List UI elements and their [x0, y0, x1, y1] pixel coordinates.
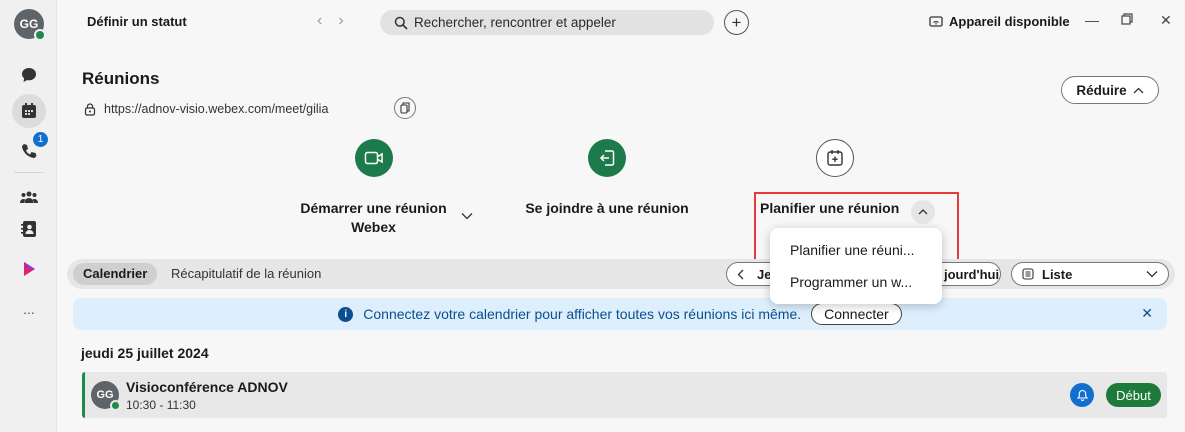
tab-calendar[interactable]: Calendrier	[73, 263, 158, 285]
meetings-icon[interactable]	[12, 94, 46, 128]
schedule-menu: Planifier une réuni... Programmer un w..…	[770, 228, 942, 304]
meetings-tab-bar: Calendrier Récapitulatif de la réunion J…	[67, 259, 1175, 289]
calendar-add-icon	[827, 150, 843, 166]
meeting-host-initials: GG	[96, 389, 114, 401]
video-camera-icon	[364, 151, 383, 165]
agenda-date-heading: jeudi 25 juillet 2024	[81, 345, 209, 361]
start-meeting-label: Démarrer une réunion Webex	[291, 199, 456, 237]
previous-day-button[interactable]	[726, 262, 754, 286]
notify-button[interactable]	[1070, 383, 1094, 407]
bell-icon	[1076, 389, 1088, 401]
meeting-time: 10:30 - 11:30	[126, 398, 196, 412]
close-window-icon[interactable]: ✕	[1160, 12, 1172, 29]
device-status-button[interactable]: Appareil disponible	[929, 14, 1070, 29]
presence-indicator	[34, 29, 46, 41]
view-selector[interactable]: Liste	[1011, 262, 1169, 286]
schedule-meeting-button[interactable]	[816, 139, 854, 177]
presence-indicator	[110, 400, 121, 411]
lock-icon	[84, 102, 96, 116]
calendar-connect-banner: i Connectez votre calendrier pour affich…	[73, 298, 1167, 330]
join-meeting-button[interactable]	[588, 139, 626, 177]
meeting-url-text: https://adnov-visio.webex.com/meet/gilia	[104, 102, 329, 116]
start-meeting-label-line1: Démarrer une réunion	[300, 200, 447, 216]
calls-badge: 1	[33, 132, 48, 147]
connect-button[interactable]: Connecter	[811, 303, 902, 325]
page-title: Réunions	[82, 69, 160, 88]
search-bar[interactable]: Rechercher, rencontrer et appeler	[380, 10, 714, 35]
meetings-panel: Réunions https://adnov-visio.webex.com/m…	[57, 44, 1185, 432]
app-hub-icon[interactable]	[14, 254, 44, 284]
chevron-left-icon	[737, 269, 743, 279]
messaging-icon[interactable]	[14, 60, 44, 90]
forward-arrow-icon[interactable]: ›	[338, 12, 343, 30]
start-meeting-button[interactable]	[354, 139, 393, 177]
search-icon	[394, 16, 408, 30]
today-button[interactable]: jourd'hui	[941, 262, 1001, 286]
search-placeholder: Rechercher, rencontrer et appeler	[414, 15, 616, 30]
user-avatar[interactable]: GG	[14, 9, 46, 41]
join-door-icon	[599, 150, 615, 166]
join-meeting-label: Se joindre à une réunion	[525, 200, 689, 216]
start-meeting-button[interactable]: Début	[1106, 383, 1161, 407]
personal-room-url: https://adnov-visio.webex.com/meet/gilia	[84, 102, 328, 116]
user-avatar-initials: GG	[19, 17, 39, 31]
join-meeting-action[interactable]: Se joindre à une réunion	[512, 139, 702, 218]
chevron-up-icon	[1133, 87, 1144, 93]
banner-text: Connectez votre calendrier pour afficher…	[363, 306, 802, 322]
back-arrow-icon[interactable]: ‹	[317, 12, 322, 30]
close-icon[interactable]: ✕	[1141, 305, 1153, 322]
rail-divider	[14, 172, 44, 173]
meeting-title: Visioconférence ADNOV	[126, 379, 288, 395]
copy-url-button[interactable]	[394, 97, 416, 119]
reduce-label: Réduire	[1076, 82, 1127, 98]
set-status-link[interactable]: Définir un statut	[87, 14, 187, 29]
calling-icon[interactable]: 1	[14, 132, 48, 166]
contacts-icon[interactable]	[14, 214, 44, 244]
left-rail: GG 1 ...	[0, 0, 57, 432]
tab-meeting-recap[interactable]: Récapitulatif de la réunion	[161, 263, 331, 285]
start-meeting-label-line2: Webex	[351, 219, 396, 235]
plus-icon: +	[731, 12, 742, 32]
more-options-icon[interactable]: ...	[14, 294, 44, 324]
minimize-icon[interactable]: —	[1085, 12, 1099, 28]
info-icon: i	[338, 306, 354, 322]
menu-item-schedule-webinar[interactable]: Programmer un w...	[770, 266, 942, 298]
start-meeting-action[interactable]: Démarrer une réunion Webex	[291, 139, 456, 237]
new-action-button[interactable]: +	[724, 10, 749, 35]
copy-icon	[400, 102, 410, 114]
meeting-host-avatar: GG	[91, 381, 121, 411]
device-icon	[929, 15, 943, 27]
device-status-label: Appareil disponible	[949, 14, 1070, 29]
menu-item-schedule-meeting[interactable]: Planifier une réuni...	[770, 234, 942, 266]
reduce-button[interactable]: Réduire	[1061, 76, 1159, 104]
view-selector-value: Liste	[1042, 266, 1073, 282]
list-view-icon	[1022, 268, 1034, 280]
chevron-down-icon	[1146, 271, 1158, 278]
meeting-list-item[interactable]: GG Visioconférence ADNOV 10:30 - 11:30 D…	[82, 372, 1167, 418]
history-navigation: ‹ ›	[317, 12, 344, 30]
restore-icon[interactable]	[1121, 12, 1133, 28]
top-bar: Définir un statut ‹ › Rechercher, rencon…	[57, 0, 1185, 44]
teams-icon[interactable]	[14, 182, 44, 212]
start-options-chevron-icon[interactable]	[461, 208, 473, 223]
